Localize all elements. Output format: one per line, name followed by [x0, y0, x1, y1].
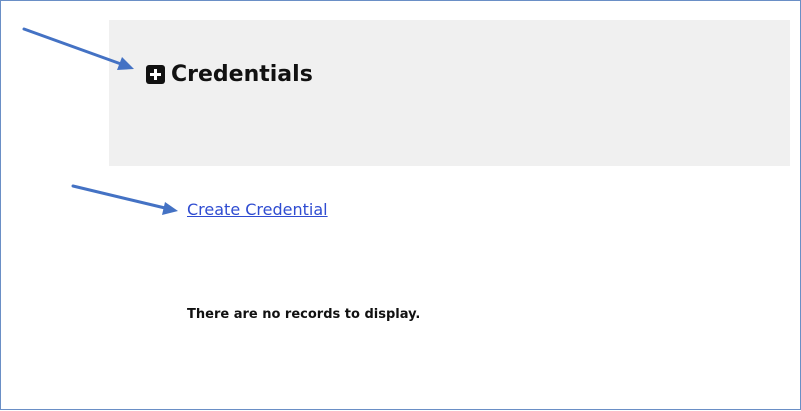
plus-square-icon[interactable]	[146, 64, 165, 84]
empty-state-message: There are no records to display.	[187, 307, 421, 322]
annotation-arrow-to-create-link	[71, 184, 178, 215]
create-credential-link[interactable]: Create Credential	[187, 200, 328, 219]
section-header[interactable]: Credentials	[146, 58, 313, 90]
section-title: Credentials	[171, 61, 313, 87]
screenshot-frame: Credentials Create Credential There are …	[0, 0, 801, 410]
section-header-panel	[109, 20, 790, 166]
